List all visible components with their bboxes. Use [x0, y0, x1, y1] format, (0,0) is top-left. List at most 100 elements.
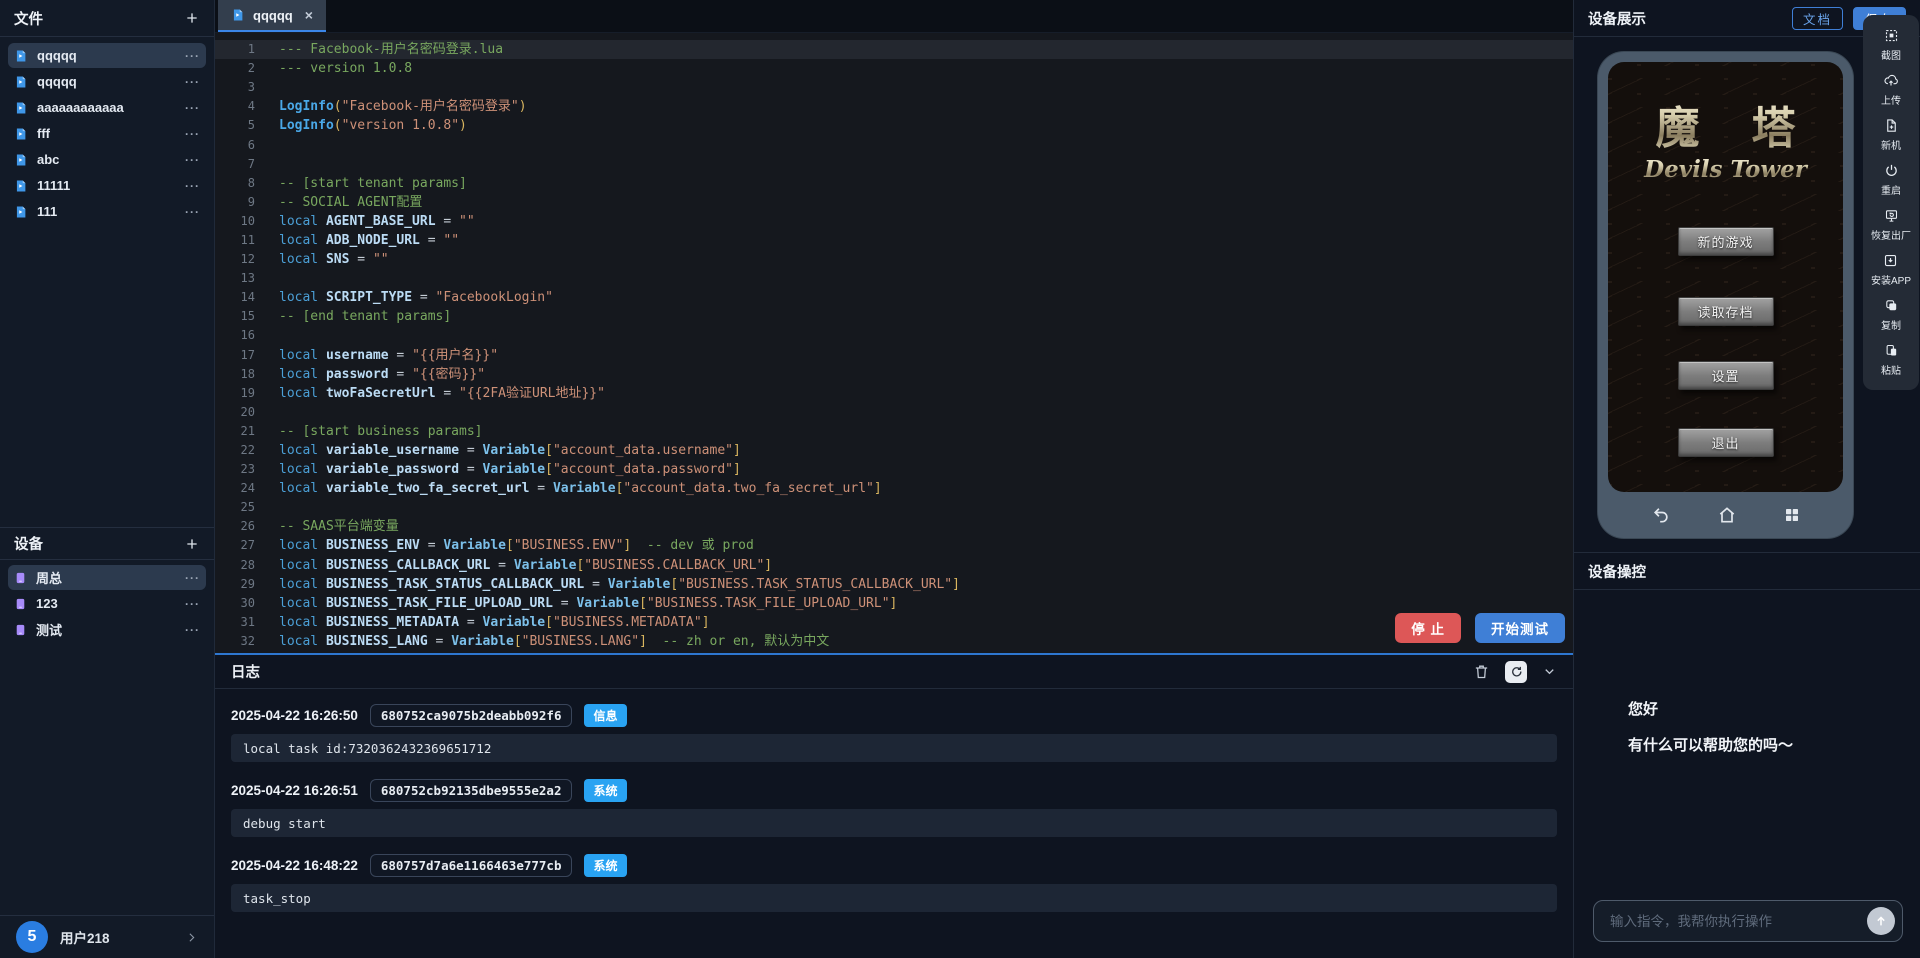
code-line-31[interactable]: 31local BUSINESS_METADATA = Variable["BU… — [215, 613, 1573, 632]
more-icon[interactable]: ··· — [185, 597, 200, 611]
code-line-16[interactable]: 16 — [215, 326, 1573, 345]
game-button-2[interactable]: 读取存档 — [1678, 297, 1774, 326]
code-line-25[interactable]: 25 — [215, 498, 1573, 517]
code-line-17[interactable]: 17local username = "{{用户名}}" — [215, 346, 1573, 365]
line-content: local AGENT_BASE_URL = "" — [255, 212, 475, 231]
back-icon[interactable] — [1651, 505, 1671, 525]
more-icon[interactable]: ··· — [185, 101, 200, 115]
more-icon[interactable]: ··· — [185, 153, 200, 167]
file-name: aaaaaaaaaaaa — [37, 100, 124, 115]
command-input[interactable] — [1608, 913, 1867, 930]
new-device-icon — [1884, 118, 1899, 133]
more-icon[interactable]: ··· — [185, 571, 200, 585]
game-subtitle: Devils Tower — [1608, 156, 1843, 183]
code-line-30[interactable]: 30local BUSINESS_TASK_FILE_UPLOAD_URL = … — [215, 594, 1573, 613]
file-item-111[interactable]: 111··· — [8, 199, 206, 224]
code-line-32[interactable]: 32local BUSINESS_LANG = Variable["BUSINE… — [215, 632, 1573, 651]
file-item-qqqqq[interactable]: qqqqq··· — [8, 69, 206, 94]
device-screen-mirror[interactable]: 魔 塔 Devils Tower 新的游戏读取存档设置退出 — [1598, 52, 1853, 538]
device-item-测试[interactable]: 测试··· — [8, 617, 206, 642]
code-line-3[interactable]: 3 — [215, 78, 1573, 97]
file-item-fff[interactable]: fff··· — [8, 121, 206, 146]
close-icon[interactable]: × — [305, 7, 313, 23]
line-number: 15 — [215, 307, 255, 326]
file-item-qqqqq[interactable]: qqqqq ··· — [8, 43, 206, 68]
code-line-23[interactable]: 23local variable_password = Variable["ac… — [215, 460, 1573, 479]
code-line-29[interactable]: 29local BUSINESS_TASK_STATUS_CALLBACK_UR… — [215, 575, 1573, 594]
file-icon — [14, 153, 28, 167]
code-line-19[interactable]: 19local twoFaSecretUrl = "{{2FA验证URL地址}}… — [215, 384, 1573, 403]
tool-factory-reset[interactable]: 恢复出厂 — [1871, 208, 1911, 242]
more-icon[interactable]: ··· — [185, 75, 200, 89]
home-icon[interactable] — [1717, 505, 1737, 525]
code-line-9[interactable]: 9-- SOCIAL AGENT配置 — [215, 193, 1573, 212]
line-number: 11 — [215, 231, 255, 250]
add-file-icon[interactable] — [184, 10, 200, 26]
more-icon[interactable]: ··· — [185, 205, 200, 219]
more-icon[interactable]: ··· — [185, 127, 200, 141]
line-content: local BUSINESS_ENV = Variable["BUSINESS.… — [255, 536, 754, 555]
line-number: 4 — [215, 97, 255, 116]
code-line-2[interactable]: 2--- version 1.0.8 — [215, 59, 1573, 78]
code-line-6[interactable]: 6 — [215, 135, 1573, 154]
code-line-26[interactable]: 26-- SAAS平台端变量 — [215, 517, 1573, 536]
code-line-11[interactable]: 11local ADB_NODE_URL = "" — [215, 231, 1573, 250]
code-line-15[interactable]: 15-- [end tenant params] — [215, 307, 1573, 326]
device-item-周总[interactable]: 周总··· — [8, 565, 206, 590]
code-line-12[interactable]: 12local SNS = "" — [215, 250, 1573, 269]
more-icon[interactable]: ··· — [185, 49, 200, 63]
tool-copy[interactable]: 复制 — [1881, 298, 1901, 332]
code-line-7[interactable]: 7 — [215, 155, 1573, 174]
code-line-22[interactable]: 22local variable_username = Variable["ac… — [215, 441, 1573, 460]
log-timestamp: 2025-04-22 16:26:51 — [231, 783, 358, 798]
line-content: -- [end tenant params] — [255, 307, 451, 326]
trash-icon[interactable] — [1473, 663, 1490, 680]
code-line-13[interactable]: 13 — [215, 269, 1573, 288]
code-line-28[interactable]: 28local BUSINESS_CALLBACK_URL = Variable… — [215, 556, 1573, 575]
add-device-icon[interactable] — [184, 536, 200, 552]
chevron-down-icon[interactable] — [1542, 664, 1557, 679]
file-icon — [14, 49, 28, 63]
code-line-24[interactable]: 24local variable_two_fa_secret_url = Var… — [215, 479, 1573, 498]
code-line-14[interactable]: 14local SCRIPT_TYPE = "FacebookLogin" — [215, 288, 1573, 307]
file-item-aaaaaaaaaaaa[interactable]: aaaaaaaaaaaa ··· — [8, 95, 206, 120]
docs-button[interactable]: 文档 — [1792, 7, 1843, 30]
assistant-message: 有什么可以帮助您的吗～ — [1628, 734, 1900, 755]
game-button-3[interactable]: 设置 — [1678, 361, 1774, 390]
start-test-button[interactable]: 开始测试 — [1475, 613, 1565, 643]
tool-upload[interactable]: 上传 — [1881, 73, 1901, 107]
user-account-row[interactable]: 5 用户218 — [0, 915, 214, 958]
code-line-18[interactable]: 18local password = "{{密码}}" — [215, 365, 1573, 384]
code-line-10[interactable]: 10local AGENT_BASE_URL = "" — [215, 212, 1573, 231]
tool-new-device[interactable]: 新机 — [1881, 118, 1901, 152]
more-icon[interactable]: ··· — [185, 623, 200, 637]
file-item-11111[interactable]: 11111··· — [8, 173, 206, 198]
line-content: LogInfo("Facebook-用户名密码登录") — [255, 97, 527, 116]
tool-paste[interactable]: 粘贴 — [1881, 343, 1901, 377]
code-line-20[interactable]: 20 — [215, 403, 1573, 422]
line-number: 32 — [215, 632, 255, 651]
game-button-1[interactable]: 新的游戏 — [1678, 227, 1774, 256]
file-item-abc[interactable]: abc··· — [8, 147, 206, 172]
code-line-8[interactable]: 8-- [start tenant params] — [215, 174, 1573, 193]
auto-refresh-toggle[interactable] — [1505, 661, 1527, 683]
code-editor[interactable]: 1--- Facebook-用户名密码登录.lua2--- version 1.… — [215, 33, 1573, 653]
code-line-21[interactable]: 21-- [start business params] — [215, 422, 1573, 441]
device-item-123[interactable]: 123··· — [8, 591, 206, 616]
line-content: -- SOCIAL AGENT配置 — [255, 193, 422, 212]
tool-restart[interactable]: 重启 — [1881, 163, 1901, 197]
tool-screenshot[interactable]: 截图 — [1881, 28, 1901, 62]
stop-button[interactable]: 停 止 — [1395, 613, 1461, 643]
code-line-1[interactable]: 1--- Facebook-用户名密码登录.lua — [215, 40, 1573, 59]
file-name: qqqqq — [37, 48, 77, 63]
device-screen[interactable]: 魔 塔 Devils Tower 新的游戏读取存档设置退出 — [1608, 62, 1843, 492]
tab-qqqqq[interactable]: qqqqq × — [218, 0, 326, 32]
code-line-27[interactable]: 27local BUSINESS_ENV = Variable["BUSINES… — [215, 536, 1573, 555]
code-line-5[interactable]: 5LogInfo("version 1.0.8") — [215, 116, 1573, 135]
recent-apps-icon[interactable] — [1783, 506, 1801, 524]
tool-install-app[interactable]: 安装APP — [1871, 253, 1911, 287]
code-line-4[interactable]: 4LogInfo("Facebook-用户名密码登录") — [215, 97, 1573, 116]
more-icon[interactable]: ··· — [185, 179, 200, 193]
send-button[interactable] — [1867, 907, 1895, 935]
game-button-4[interactable]: 退出 — [1678, 428, 1774, 457]
